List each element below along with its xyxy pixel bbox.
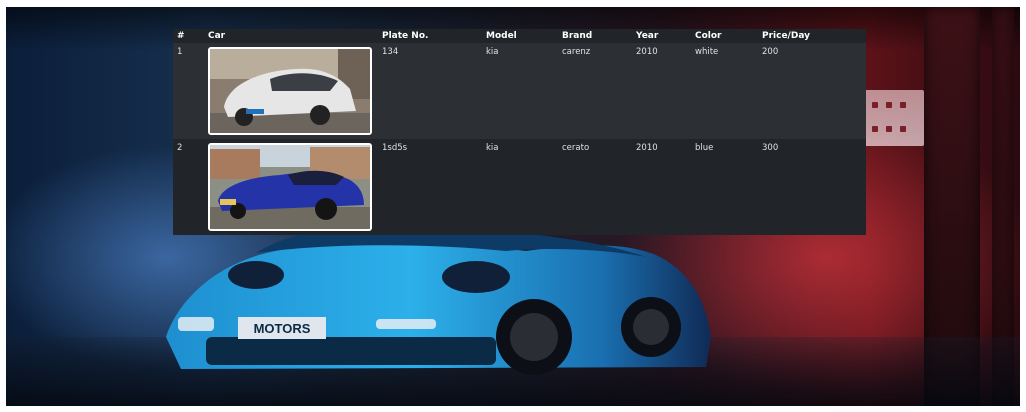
table-row[interactable]: 1 134 kia carenz 2010 white 200	[173, 43, 866, 139]
header-model: Model	[482, 29, 558, 43]
plate-cell: 1sd5s	[378, 139, 482, 235]
car-cell	[204, 43, 378, 139]
model-cell: kia	[482, 43, 558, 139]
license-plate-text: MOTORS	[254, 321, 311, 336]
table-header-row: # Car Plate No. Model Brand Year Color P…	[173, 29, 866, 43]
header-year: Year	[632, 29, 691, 43]
header-car: Car	[204, 29, 378, 43]
brand-cell: cerato	[558, 139, 632, 235]
price-cell: 300	[758, 139, 866, 235]
plate-cell: 134	[378, 43, 482, 139]
cars-table: # Car Plate No. Model Brand Year Color P…	[173, 29, 866, 235]
price-cell: 200	[758, 43, 866, 139]
row-index: 1	[173, 43, 204, 139]
header-color: Color	[691, 29, 758, 43]
hero-background: MOTORS # Car Plate No. Model Brand Year …	[6, 7, 1020, 406]
header-index: #	[173, 29, 204, 43]
header-plate: Plate No.	[378, 29, 482, 43]
table-row[interactable]: 2 1sd5s kia cerato 2010 blue 300	[173, 139, 866, 235]
car-photo[interactable]	[208, 47, 372, 135]
row-index: 2	[173, 139, 204, 235]
year-cell: 2010	[632, 43, 691, 139]
model-cell: kia	[482, 139, 558, 235]
color-cell: white	[691, 43, 758, 139]
car-photo[interactable]	[208, 143, 372, 231]
header-price: Price/Day	[758, 29, 866, 43]
car-cell	[204, 139, 378, 235]
color-cell: blue	[691, 139, 758, 235]
brand-cell: carenz	[558, 43, 632, 139]
header-brand: Brand	[558, 29, 632, 43]
year-cell: 2010	[632, 139, 691, 235]
